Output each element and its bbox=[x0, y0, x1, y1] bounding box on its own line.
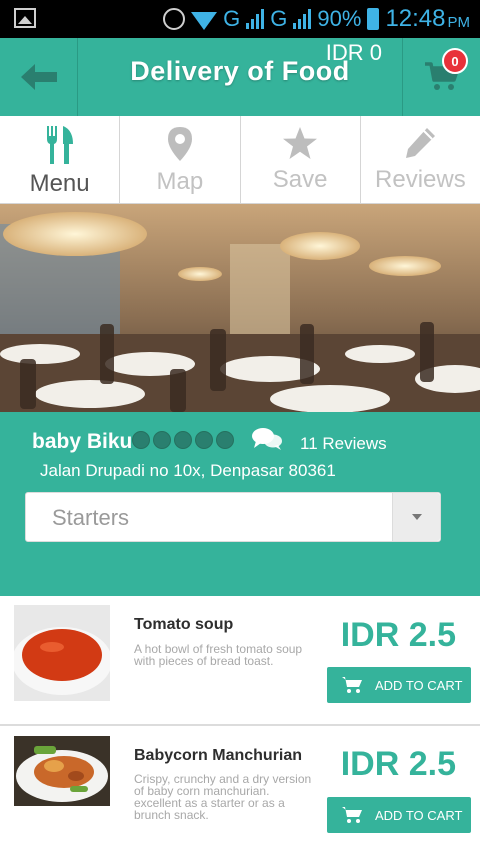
rating-dot bbox=[132, 431, 150, 449]
babycorn-manchurian-photo bbox=[14, 736, 110, 832]
item-description: Crispy, crunchy and a dry version of bab… bbox=[134, 772, 312, 822]
tab-reviews[interactable]: Reviews bbox=[361, 116, 480, 203]
fork-knife-icon bbox=[46, 126, 73, 164]
reviews-link[interactable]: 11 Reviews bbox=[300, 434, 387, 454]
chevron-down-icon[interactable] bbox=[392, 493, 440, 541]
tomato-soup-photo bbox=[14, 605, 110, 701]
tab-bar: Menu Map Save Reviews bbox=[0, 116, 480, 204]
cart-button[interactable]: 0 bbox=[402, 38, 480, 116]
restaurant-info-panel: baby Biku 11 Reviews Jalan Drupadi no 10… bbox=[0, 412, 480, 596]
network-type-2: G bbox=[270, 6, 288, 31]
add-to-cart-button[interactable]: ADD TO CART bbox=[327, 667, 471, 703]
rating-dot bbox=[216, 431, 234, 449]
add-to-cart-button[interactable]: ADD TO CART bbox=[327, 797, 471, 833]
tab-map-label: Map bbox=[156, 168, 204, 195]
alarm-icon bbox=[163, 8, 186, 30]
status-indicators: G G 90% 12:48 PM bbox=[163, 0, 470, 38]
pencil-icon bbox=[406, 128, 436, 158]
status-bar: G G 90% 12:48 PM bbox=[0, 0, 480, 38]
restaurant-address: Jalan Drupadi no 10x, Denpasar 80361 bbox=[40, 461, 336, 480]
shopping-cart-icon bbox=[342, 677, 362, 693]
app-header: Delivery of Food IDR 0 0 bbox=[0, 38, 480, 116]
clock-ampm: PM bbox=[447, 13, 471, 31]
shopping-cart-icon bbox=[342, 807, 362, 823]
item-price: IDR 2.5 bbox=[340, 745, 456, 783]
rating-dots bbox=[132, 431, 234, 449]
tab-menu[interactable]: Menu bbox=[0, 116, 121, 203]
add-to-cart-label: ADD TO CART bbox=[375, 807, 463, 823]
battery-icon bbox=[367, 8, 380, 30]
cart-total: IDR 0 bbox=[325, 40, 382, 65]
restaurant-name: baby Biku bbox=[32, 430, 133, 453]
menu-item: Babycorn Manchurian Crispy, crunchy and … bbox=[0, 728, 480, 854]
map-pin-icon bbox=[167, 127, 192, 161]
gallery-icon bbox=[14, 8, 36, 28]
star-icon bbox=[283, 127, 318, 159]
category-select-value: Starters bbox=[52, 505, 130, 530]
battery-percent: 90% bbox=[317, 6, 362, 31]
network-type-1: G bbox=[223, 6, 241, 31]
wifi-icon bbox=[191, 12, 218, 30]
restaurant-photo bbox=[0, 204, 480, 412]
tab-menu-label: Menu bbox=[29, 170, 90, 197]
back-button[interactable] bbox=[0, 38, 78, 116]
cart-count-badge: 0 bbox=[442, 48, 468, 74]
item-title: Babycorn Manchurian bbox=[134, 747, 303, 764]
rating-dot bbox=[153, 431, 171, 449]
item-price: IDR 2.5 bbox=[340, 616, 456, 654]
app-screen: G G 90% 12:48 PM Delivery of Food IDR 0 bbox=[0, 0, 480, 854]
clock-time: 12:48 bbox=[385, 5, 446, 32]
category-select[interactable]: Starters bbox=[25, 492, 441, 542]
back-arrow-icon bbox=[20, 64, 57, 90]
rating-dot bbox=[174, 431, 192, 449]
rating-dot bbox=[195, 431, 213, 449]
tab-save-label: Save bbox=[272, 166, 328, 193]
tab-map[interactable]: Map bbox=[120, 116, 241, 203]
item-title: Tomato soup bbox=[134, 616, 234, 633]
add-to-cart-label: ADD TO CART bbox=[375, 677, 463, 693]
signal-icon bbox=[246, 9, 265, 29]
menu-item: Tomato soup A hot bowl of fresh tomato s… bbox=[0, 598, 480, 726]
tab-reviews-label: Reviews bbox=[375, 166, 466, 193]
item-description: A hot bowl of fresh tomato soup with pie… bbox=[134, 642, 303, 668]
tab-save[interactable]: Save bbox=[241, 116, 361, 203]
signal-icon bbox=[293, 9, 312, 29]
chat-bubbles-icon[interactable] bbox=[251, 427, 283, 451]
